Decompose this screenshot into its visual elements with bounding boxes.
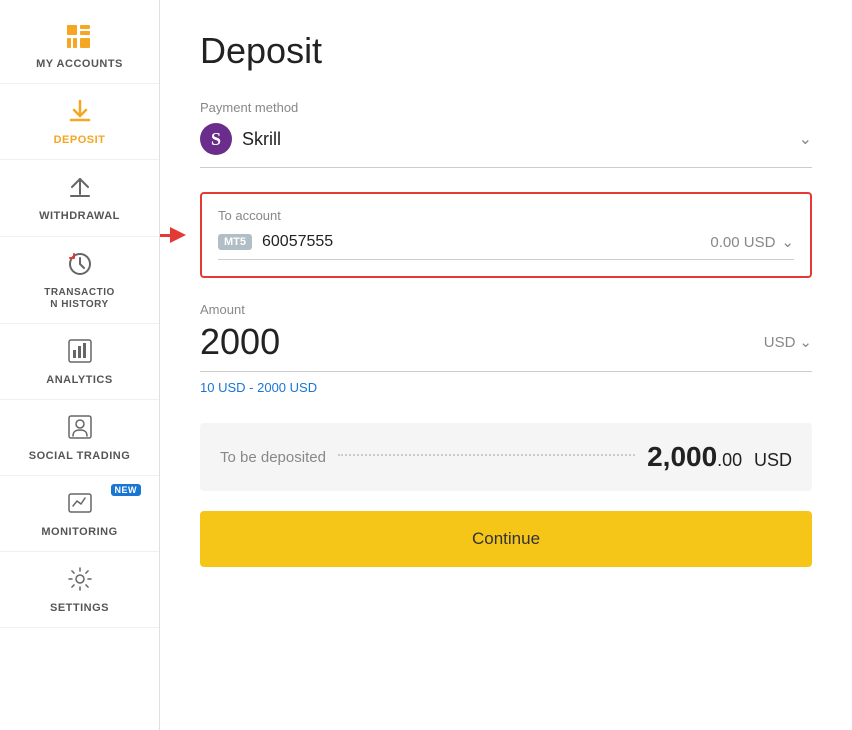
settings-icon xyxy=(67,566,93,598)
main-content: Deposit Payment method S Skrill ⌄ To acc… xyxy=(160,0,852,730)
sidebar-item-settings[interactable]: SETTINGS xyxy=(0,552,159,628)
arrow-line xyxy=(160,234,170,237)
to-account-section: To account MT5 60057555 0.00 USD ⌄ xyxy=(200,192,812,278)
range-separator: - xyxy=(249,380,257,395)
deposit-amount-cents: .00 xyxy=(717,450,742,470)
sidebar-item-label: DEPOSIT xyxy=(54,134,106,147)
payment-method-label: Payment method xyxy=(200,100,812,115)
account-balance: 0.00 USD ⌄ xyxy=(710,233,794,251)
analytics-icon xyxy=(67,338,93,370)
sidebar-item-monitoring[interactable]: NEW MONITORING xyxy=(0,476,159,552)
arrow-head xyxy=(170,227,186,243)
account-info: MT5 60057555 xyxy=(218,233,333,251)
deposit-amount: 2,000.00 USD xyxy=(647,441,792,473)
withdrawal-icon xyxy=(67,174,93,206)
deposit-icon xyxy=(67,98,93,130)
chevron-down-icon: ⌄ xyxy=(799,333,812,351)
sidebar-item-deposit[interactable]: DEPOSIT xyxy=(0,84,159,160)
new-badge: NEW xyxy=(111,484,142,496)
social-trading-icon xyxy=(67,414,93,446)
deposit-amount-currency: USD xyxy=(754,450,792,470)
range-max: 2000 USD xyxy=(257,380,317,395)
annotation-arrow xyxy=(160,227,186,243)
sidebar-item-analytics[interactable]: ANALYTICS xyxy=(0,324,159,400)
sidebar-item-my-accounts[interactable]: MY ACCOUNTS xyxy=(0,10,159,84)
amount-value[interactable]: 2000 xyxy=(200,321,280,363)
range-min: 10 USD xyxy=(200,380,246,395)
deposit-summary: To be deposited 2,000.00 USD xyxy=(200,423,812,491)
payment-method-name: Skrill xyxy=(242,129,281,150)
payment-method-info: S Skrill xyxy=(200,123,281,155)
sidebar-item-label: SETTINGS xyxy=(50,602,109,615)
to-account-box: To account MT5 60057555 0.00 USD ⌄ xyxy=(200,192,812,278)
sidebar-item-transaction-history[interactable]: TRANSACTION HISTORY xyxy=(0,237,159,324)
sidebar-item-withdrawal[interactable]: WITHDRAWAL xyxy=(0,160,159,236)
monitoring-icon xyxy=(67,490,93,522)
sidebar-item-label: MY ACCOUNTS xyxy=(36,58,123,71)
chevron-down-icon: ⌄ xyxy=(799,129,812,149)
sidebar-item-label: SOCIAL TRADING xyxy=(29,450,131,463)
currency-selector[interactable]: USD ⌄ xyxy=(764,333,812,351)
to-account-label: To account xyxy=(218,208,794,223)
deposit-amount-main: 2,000 xyxy=(647,441,717,472)
accounts-icon xyxy=(66,24,94,54)
sidebar: MY ACCOUNTS DEPOSIT WITHDRAWAL xyxy=(0,0,160,730)
continue-button[interactable]: Continue xyxy=(200,511,812,567)
sidebar-item-label: TRANSACTION HISTORY xyxy=(44,287,115,311)
currency-label: USD xyxy=(764,334,796,351)
amount-label: Amount xyxy=(200,302,812,317)
page-title: Deposit xyxy=(200,30,812,72)
range-hint: 10 USD - 2000 USD xyxy=(200,380,812,395)
sidebar-item-label: MONITORING xyxy=(41,526,117,539)
sidebar-item-label: WITHDRAWAL xyxy=(39,210,120,223)
chevron-down-icon: ⌄ xyxy=(781,233,794,251)
mt5-badge: MT5 xyxy=(218,234,252,250)
amount-row: 2000 USD ⌄ xyxy=(200,321,812,372)
dotted-line xyxy=(338,454,635,456)
deposit-summary-label: To be deposited xyxy=(220,449,326,466)
history-icon xyxy=(67,251,93,283)
skrill-logo: S xyxy=(200,123,232,155)
account-number: 60057555 xyxy=(262,233,333,251)
sidebar-item-social-trading[interactable]: SOCIAL TRADING xyxy=(0,400,159,476)
sidebar-item-label: ANALYTICS xyxy=(46,374,112,387)
payment-method-selector[interactable]: S Skrill ⌄ xyxy=(200,123,812,168)
account-row[interactable]: MT5 60057555 0.00 USD ⌄ xyxy=(218,233,794,260)
